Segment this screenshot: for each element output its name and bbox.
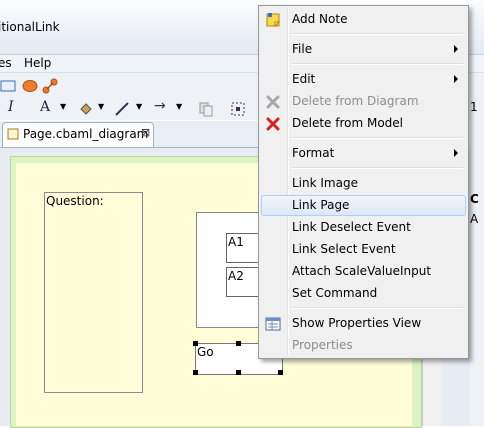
answer-label: A2 <box>228 269 244 283</box>
menu-item-label: Link Image <box>292 176 358 190</box>
font-color-icon[interactable]: A <box>40 99 50 115</box>
menu-item-label: Add Note <box>292 12 348 26</box>
selection-handle[interactable] <box>236 341 241 346</box>
menu-item-label: Set Command <box>292 286 378 300</box>
answer-label: A1 <box>228 235 244 249</box>
menu-item-edit[interactable]: Edit <box>261 69 466 90</box>
question-box[interactable] <box>44 192 143 393</box>
chevron-down-icon[interactable]: ▼ <box>176 102 182 111</box>
menu-item-show-properties-view[interactable]: Show Properties View <box>261 313 466 334</box>
chevron-down-icon[interactable]: ▼ <box>60 102 66 111</box>
submenu-arrow-icon <box>454 149 458 157</box>
connector-tool-icon[interactable] <box>42 78 58 94</box>
menu-item-link-select-event[interactable]: Link Select Event <box>261 239 466 260</box>
menu-item-label: Attach ScaleValueInput <box>292 264 432 278</box>
go-label: Go <box>197 345 214 359</box>
menu-item-label: Link Deselect Event <box>292 220 411 234</box>
selection-handle[interactable] <box>193 370 198 375</box>
gray-x-icon <box>266 95 280 109</box>
red-x-icon <box>266 117 280 131</box>
answer-panel[interactable]: A1 A2 <box>196 212 268 328</box>
rectangle-tool-icon[interactable] <box>0 78 16 94</box>
tab-label: Page.cbaml_diagram <box>23 127 149 141</box>
tab-page-diagram[interactable]: Page.cbaml_diagram ⊠ <box>2 122 154 147</box>
menu-item-properties[interactable]: Properties <box>261 335 466 356</box>
menu-item-attach-scalevalueinput[interactable]: Attach ScaleValueInput <box>261 261 466 282</box>
question-label: Question: <box>46 194 104 208</box>
menu-item-label: Delete from Diagram <box>292 94 419 108</box>
menu-item-add-note[interactable]: Add Note <box>261 9 466 30</box>
selection-handle[interactable] <box>193 341 198 346</box>
menu-item-set-command[interactable]: Set Command <box>261 283 466 304</box>
ellipse-tool-icon[interactable] <box>22 78 38 94</box>
menu-item-delete-from-diagram[interactable]: Delete from Diagram <box>261 91 466 112</box>
menu-item-link-page[interactable]: Link Page <box>261 195 466 216</box>
window-title: itionalLink <box>0 20 60 34</box>
menu-item-format[interactable]: Format <box>261 143 466 164</box>
close-icon[interactable]: ⊠ <box>141 126 150 139</box>
select-all-icon[interactable] <box>230 101 246 117</box>
submenu-arrow-icon <box>454 45 458 53</box>
arrow-style-icon[interactable]: → <box>154 98 166 114</box>
italic-icon[interactable]: I <box>8 99 14 115</box>
side-panel-value: A <box>470 212 479 226</box>
chevron-down-icon[interactable]: ▼ <box>98 102 104 111</box>
chevron-down-icon[interactable]: ▼ <box>136 102 142 111</box>
menu-item-label: Delete from Model <box>292 116 404 130</box>
menu-item-partial[interactable]: es <box>0 56 12 70</box>
menu-item-label: Edit <box>292 72 316 86</box>
context-menu: Add Note File Edit Delete from Diagram D… <box>258 5 469 359</box>
menu-item-label: Link Select Event <box>292 242 396 256</box>
menu-separator <box>291 33 463 35</box>
selection-handle[interactable] <box>278 370 283 375</box>
menu-item-delete-from-model[interactable]: Delete from Model <box>261 113 466 134</box>
menu-item-link-image[interactable]: Link Image <box>261 173 466 194</box>
copy-appearance-icon[interactable] <box>198 101 214 117</box>
line-color-icon[interactable] <box>114 101 130 117</box>
side-panel-value: 1 <box>470 100 478 114</box>
properties-side-panel: 1 C A <box>470 92 484 426</box>
menu-item-label: Link Page <box>292 198 350 212</box>
menu-item-help[interactable]: Help <box>24 56 51 70</box>
menu-item-label: Format <box>292 146 335 160</box>
menu-item-link-deselect-event[interactable]: Link Deselect Event <box>261 217 466 238</box>
side-panel-value: C <box>470 192 479 206</box>
properties-view-icon <box>265 317 281 331</box>
diagram-file-icon <box>7 128 19 140</box>
menu-item-label: File <box>292 42 313 56</box>
menu-separator <box>291 167 463 169</box>
menu-separator <box>291 63 463 65</box>
menu-separator <box>291 307 463 309</box>
selection-handle[interactable] <box>236 370 241 375</box>
fill-color-icon[interactable] <box>78 101 94 117</box>
menu-item-label: Show Properties View <box>292 316 422 330</box>
menu-item-file[interactable]: File <box>261 39 466 60</box>
menu-item-label: Properties <box>292 338 353 352</box>
note-icon <box>266 13 281 28</box>
menu-separator <box>291 137 463 139</box>
submenu-arrow-icon <box>454 75 458 83</box>
